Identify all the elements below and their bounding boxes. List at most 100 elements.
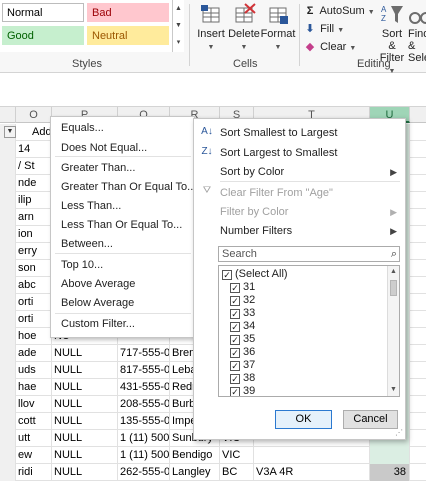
cell-col-o[interactable]: arn <box>16 209 52 226</box>
checkbox-checked-icon[interactable]: ✓ <box>230 361 240 371</box>
style-good[interactable]: Good <box>2 26 84 45</box>
checkbox-checked-icon[interactable]: ✓ <box>230 296 240 306</box>
cell-col-r[interactable]: Bendigo <box>170 447 220 464</box>
cell-col-o[interactable]: ion <box>16 226 52 243</box>
gallery-scrollbar[interactable]: ▲ ▼ ▾ <box>172 0 184 52</box>
sort-largest-to-smallest[interactable]: Sort Largest to Smallest <box>220 147 337 159</box>
delete-button[interactable]: Delete ▼ <box>228 2 260 52</box>
menu-item-greater-than[interactable]: Greater Than... <box>61 162 135 174</box>
cell-col-q[interactable]: 135-555-0 <box>118 413 170 430</box>
cell-col-q[interactable]: 208-555-0 <box>118 396 170 413</box>
cell-col-p[interactable]: NULL <box>52 379 118 396</box>
row-header[interactable] <box>0 311 16 328</box>
row-header[interactable] <box>0 209 16 226</box>
insert-button[interactable]: Insert ▼ <box>194 2 228 52</box>
checkbox-checked-icon[interactable]: ✓ <box>230 387 240 396</box>
cell-col-p[interactable]: NULL <box>52 447 118 464</box>
style-neutral[interactable]: Neutral <box>87 26 169 45</box>
row-header[interactable] <box>0 379 16 396</box>
cell-col-o[interactable]: abc <box>16 277 52 294</box>
gallery-up-icon[interactable]: ▲ <box>173 0 184 17</box>
fill-button[interactable]: ⬇ Fill ▼ <box>303 21 344 37</box>
cell-col-o[interactable]: ridi <box>16 464 52 481</box>
row-header[interactable] <box>0 430 16 447</box>
row-header[interactable] <box>0 464 16 481</box>
ok-button[interactable]: OK <box>275 410 332 429</box>
menu-item-top-10[interactable]: Top 10... <box>61 259 103 271</box>
cell-col-q[interactable]: 262-555-0 <box>118 464 170 481</box>
cell-col-o[interactable]: son <box>16 260 52 277</box>
row-header[interactable] <box>0 345 16 362</box>
clear-filter-from-age[interactable]: Clear Filter From "Age" <box>220 187 333 199</box>
cell-col-o[interactable]: ade <box>16 345 52 362</box>
filter-by-color[interactable]: Filter by Color <box>220 206 288 218</box>
gallery-more-icon[interactable]: ▾ <box>173 34 184 51</box>
checkbox-checked-icon[interactable]: ✓ <box>230 374 240 384</box>
cell-col-p[interactable]: NULL <box>52 396 118 413</box>
menu-item-between[interactable]: Between... <box>61 238 113 250</box>
row-header[interactable] <box>0 447 16 464</box>
value-checkbox[interactable]: ✓ 36 <box>230 346 255 359</box>
cell-col-o[interactable]: ew <box>16 447 52 464</box>
menu-item-less-than[interactable]: Less Than... <box>61 200 121 212</box>
cell-col-r[interactable]: Langley <box>170 464 220 481</box>
style-bad[interactable]: Bad <box>87 3 169 22</box>
resize-grip-icon[interactable]: ⋰ <box>395 428 403 437</box>
scroll-thumb[interactable] <box>390 280 397 296</box>
menu-item-above-average[interactable]: Above Average <box>61 278 135 290</box>
row-header[interactable] <box>0 158 16 175</box>
menu-item-custom-filter[interactable]: Custom Filter... <box>61 318 135 330</box>
row-header[interactable] <box>0 328 16 345</box>
cell-col-o[interactable]: 14 <box>16 141 52 158</box>
list-scrollbar[interactable]: ▲ ▼ <box>387 266 399 396</box>
cell-col-o[interactable]: hae <box>16 379 52 396</box>
cell-col-o[interactable]: uds <box>16 362 52 379</box>
scroll-down-icon[interactable]: ▼ <box>388 384 399 396</box>
row-header[interactable] <box>0 226 16 243</box>
cell-col-o[interactable]: utt <box>16 430 52 447</box>
value-checkbox[interactable]: ✓ 38 <box>230 372 255 385</box>
row-header[interactable] <box>0 260 16 277</box>
number-filters[interactable]: Number Filters <box>220 225 292 237</box>
cell-col-t[interactable] <box>254 447 370 464</box>
value-checkbox[interactable]: ✓ 34 <box>230 320 255 333</box>
cell-col-o[interactable]: ilip <box>16 192 52 209</box>
autosum-button[interactable]: Σ AutoSum ▼ <box>303 3 375 19</box>
find-select-button[interactable]: Find & Sele <box>408 2 426 64</box>
style-normal[interactable]: Normal <box>2 3 84 22</box>
menu-item-equals[interactable]: Equals... <box>61 122 104 134</box>
filter-search-input[interactable]: Search ⌕ <box>218 246 400 262</box>
menu-item-less-than-or-equal[interactable]: Less Than Or Equal To... <box>61 219 182 231</box>
sort-smallest-to-largest[interactable]: Sort Smallest to Largest <box>220 127 337 139</box>
cell-col-p[interactable]: NULL <box>52 362 118 379</box>
cell-col-u[interactable] <box>370 447 410 464</box>
value-checkbox[interactable]: ✓ 32 <box>230 294 255 307</box>
cell-col-o[interactable]: / St <box>16 158 52 175</box>
cell-col-p[interactable]: NULL <box>52 345 118 362</box>
cell-col-u[interactable]: 38 <box>370 464 410 481</box>
cell-col-o[interactable]: orti <box>16 311 52 328</box>
checkbox-checked-icon[interactable]: ✓ <box>222 270 232 280</box>
clear-button[interactable]: ◆ Clear ▼ <box>303 39 357 55</box>
sort-by-color[interactable]: Sort by Color <box>220 166 284 178</box>
cancel-button[interactable]: Cancel <box>343 410 398 429</box>
value-checkbox[interactable]: ✓ 31 <box>230 281 255 294</box>
row-header[interactable] <box>0 243 16 260</box>
row-header[interactable] <box>0 413 16 430</box>
cell-col-s[interactable]: BC <box>220 464 254 481</box>
cell-col-q[interactable]: 717-555-0 <box>118 345 170 362</box>
cell-col-p[interactable]: NULL <box>52 464 118 481</box>
checkbox-checked-icon[interactable]: ✓ <box>230 348 240 358</box>
checkbox-checked-icon[interactable]: ✓ <box>230 322 240 332</box>
cell-col-q[interactable]: 817-555-0 <box>118 362 170 379</box>
scroll-up-icon[interactable]: ▲ <box>388 266 399 278</box>
menu-item-greater-than-or-equal[interactable]: Greater Than Or Equal To... <box>61 181 196 193</box>
cell-col-p[interactable]: NULL <box>52 413 118 430</box>
select-all-checkbox[interactable]: ✓ (Select All) <box>222 268 288 281</box>
cell-col-o[interactable]: cott <box>16 413 52 430</box>
cell-col-q[interactable]: 1 (11) 500 <box>118 447 170 464</box>
cell-col-p[interactable]: NULL <box>52 430 118 447</box>
row-header[interactable] <box>0 192 16 209</box>
checkbox-checked-icon[interactable]: ✓ <box>230 335 240 345</box>
column-header-o[interactable]: O <box>16 107 52 123</box>
